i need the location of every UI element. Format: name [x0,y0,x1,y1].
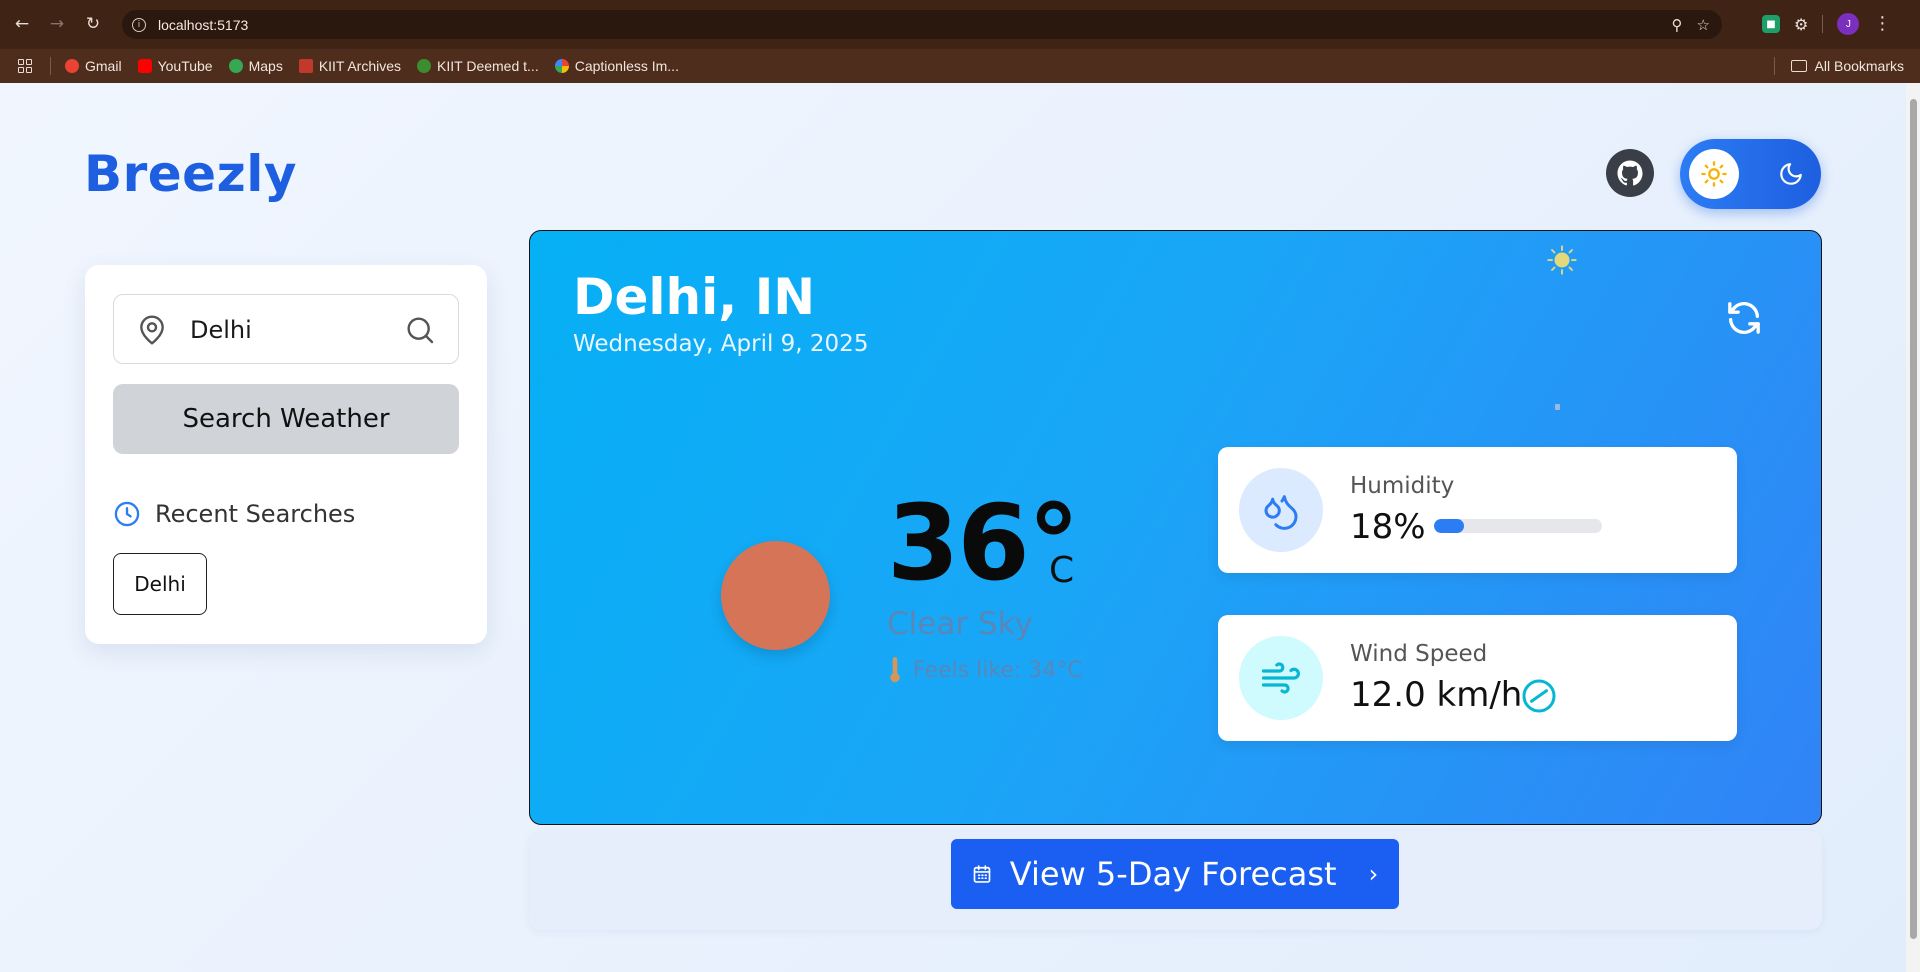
bookmark-label: KIIT Deemed t... [437,58,539,74]
google-icon [228,59,243,73]
weather-date: Wednesday, April 9, 2025 [573,331,869,357]
bookmark-label: KIIT Archives [318,58,402,74]
brand-logo[interactable]: Breezly [84,145,297,203]
kiit-leaf-icon [417,59,432,73]
search-panel: Search Weather Recent Searches Delhi [85,265,487,644]
wind-direction-icon [1522,679,1556,713]
bookmarks-divider [1773,57,1775,75]
app-page: Breezly Search Wea [0,83,1920,972]
moon-icon[interactable] [1778,161,1804,187]
theme-toggle[interactable] [1680,139,1821,209]
browser-toolbar: ← → ↻ i localhost:5173 ⚲ ☆ ■ ⚙ J ⋮ [0,0,1920,49]
sun-decoration-icon [1547,245,1577,275]
apps-grid-icon[interactable] [18,59,32,73]
bookmarks-bar: Gmail YouTube Maps KIIT Archives KIIT De… [0,49,1920,83]
city-name: Delhi, IN [573,268,816,326]
kiit-icon [298,59,313,73]
wind-icon-circle [1239,636,1323,720]
view-forecast-button[interactable]: View 5-Day Forecast › [951,839,1399,909]
profile-avatar[interactable]: J [1837,13,1860,35]
bookmarks-divider [50,57,51,75]
weather-condition-orb [721,541,830,650]
extension-icon[interactable]: ■ [1762,15,1780,33]
youtube-icon [137,59,152,73]
bookmark-youtube[interactable]: YouTube [137,58,213,74]
decoration-dot [1555,404,1560,410]
search-weather-button[interactable]: Search Weather [113,384,459,454]
wind-value: 12.0 km/h [1350,675,1523,715]
view-forecast-label: View 5-Day Forecast [1009,855,1337,893]
reload-icon[interactable]: ↻ [81,12,105,36]
current-weather-card: Delhi, IN Wednesday, April 9, 2025 36° C… [529,230,1822,825]
bookmark-label: Captionless Im... [574,58,679,74]
back-icon[interactable]: ← [10,12,34,36]
feels-like-text: Feels like: 34°C [913,657,1083,683]
light-mode-button[interactable] [1689,149,1739,199]
thermometer-icon [890,657,900,683]
browser-chrome: ← → ↻ i localhost:5173 ⚲ ☆ ■ ⚙ J ⋮ Gmail… [0,0,1920,83]
humidity-bar [1434,519,1602,533]
github-link[interactable] [1606,149,1654,197]
bookmark-label: YouTube [157,58,213,74]
recent-search-chip[interactable]: Delhi [113,553,207,615]
scrollbar-thumb[interactable] [1910,99,1917,939]
humidity-value: 18% [1350,507,1426,547]
forecast-section: View 5-Day Forecast › [529,831,1822,930]
github-icon [1617,160,1643,186]
droplets-icon [1264,495,1298,530]
zoom-icon[interactable]: ⚲ [1672,16,1683,34]
wind-label: Wind Speed [1350,641,1488,667]
bookmark-label: Maps [248,58,283,74]
sun-icon [1701,161,1727,187]
map-pin-icon [140,315,164,345]
toolbar-divider [1822,15,1824,33]
clock-icon [114,501,140,527]
temperature-unit[interactable]: C [1049,550,1074,591]
folder-icon [1790,60,1807,72]
extensions-puzzle-icon[interactable]: ⚙ [1794,15,1808,34]
photos-icon [554,59,569,73]
refresh-icon[interactable] [1724,298,1764,338]
wind-icon [1261,662,1300,694]
address-bar[interactable]: i localhost:5173 ⚲ ☆ [122,10,1722,39]
page-scrollbar[interactable] [1906,83,1920,972]
all-bookmarks-label: All Bookmarks [1814,58,1904,74]
humidity-label: Humidity [1350,473,1455,499]
forward-icon[interactable]: → [45,12,69,36]
bookmark-kiit-deemed[interactable]: KIIT Deemed t... [417,58,539,74]
bookmark-maps[interactable]: Maps [228,58,283,74]
humidity-card: Humidity 18% [1218,447,1737,573]
bookmark-gmail[interactable]: Gmail [65,58,122,74]
bookmark-label: Gmail [85,58,122,74]
humidity-icon-circle [1239,468,1323,552]
weather-condition: Clear Sky [887,606,1033,642]
calendar-icon [973,865,991,883]
bookmark-kiit-archives[interactable]: KIIT Archives [298,58,402,74]
all-bookmarks[interactable]: All Bookmarks [1773,49,1904,83]
wind-card: Wind Speed 12.0 km/h [1218,615,1737,741]
city-search-box[interactable] [113,294,459,364]
city-search-input[interactable] [190,315,390,345]
humidity-bar-fill [1434,519,1465,533]
google-icon [65,59,79,73]
recent-searches-header: Recent Searches [113,500,355,528]
address-url[interactable]: localhost:5173 [158,17,248,33]
site-info-icon[interactable]: i [132,17,146,32]
chevron-right-icon: › [1368,860,1379,888]
menu-dots-icon[interactable]: ⋮ [1873,15,1891,33]
bookmark-star-icon[interactable]: ☆ [1697,16,1710,34]
recent-searches-title: Recent Searches [155,500,356,528]
bookmark-captionless[interactable]: Captionless Im... [554,58,679,74]
feels-like: Feels like: 34°C [887,656,1083,684]
search-icon[interactable] [404,314,436,346]
